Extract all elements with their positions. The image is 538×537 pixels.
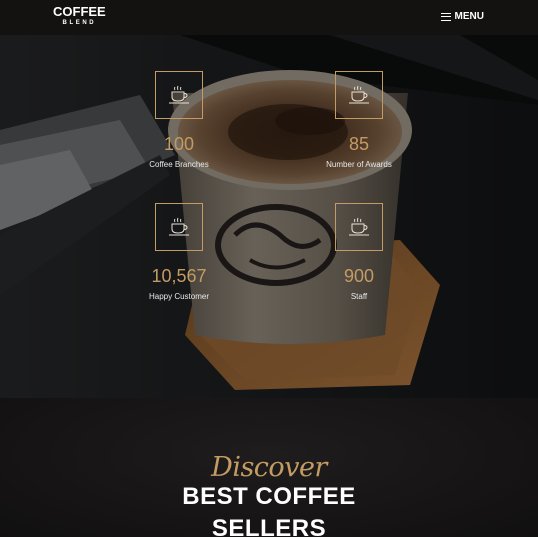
section-heading: BEST COFFEE SELLERS	[0, 481, 538, 537]
section-subheading: Discover	[211, 452, 327, 483]
counter-label: Coffee Branches	[149, 160, 209, 169]
counter-value: 10,567	[151, 266, 207, 286]
top-navbar: COFFEE BLEND MENU	[0, 0, 538, 35]
section-heading-line2: SELLERS	[211, 515, 327, 537]
counter-label: Happy Customer	[148, 292, 210, 301]
coffee-cup-icon	[349, 217, 369, 236]
counter-icon-box	[335, 71, 383, 119]
counter-happy-customer: 10,567 Happy Customer	[119, 203, 239, 301]
counter-value: 100	[163, 134, 195, 154]
brand-subtitle: BLEND	[62, 20, 97, 26]
brand-name: COFFEE	[53, 4, 106, 19]
counter-awards: 85 Number of Awards	[299, 71, 419, 169]
counter-icon-box	[335, 203, 383, 251]
counter-staff: 900 Staff	[299, 203, 419, 301]
coffee-cup-icon	[169, 85, 189, 104]
brand-logo[interactable]: COFFEE BLEND	[53, 5, 106, 26]
hero-dark-overlay	[0, 35, 538, 398]
menu-label: MENU	[454, 11, 484, 22]
counter-coffee-branches: 100 Coffee Branches	[119, 71, 239, 169]
menu-toggle-button[interactable]: MENU	[440, 11, 484, 22]
best-sellers-section: Discover BEST COFFEE SELLERS	[0, 398, 538, 537]
section-heading-line1: BEST COFFEE	[182, 483, 356, 510]
counter-value: 85	[348, 134, 370, 154]
counter-section: 100 Coffee Branches 85 Number of Awards …	[0, 35, 538, 398]
counter-label: Number of Awards	[326, 160, 392, 169]
counter-label: Staff	[350, 292, 368, 301]
counter-icon-box	[155, 71, 203, 119]
counter-value: 900	[343, 266, 375, 286]
counter-icon-box	[155, 203, 203, 251]
hamburger-icon	[440, 12, 451, 21]
coffee-cup-icon	[169, 217, 189, 236]
coffee-cup-icon	[349, 85, 369, 104]
